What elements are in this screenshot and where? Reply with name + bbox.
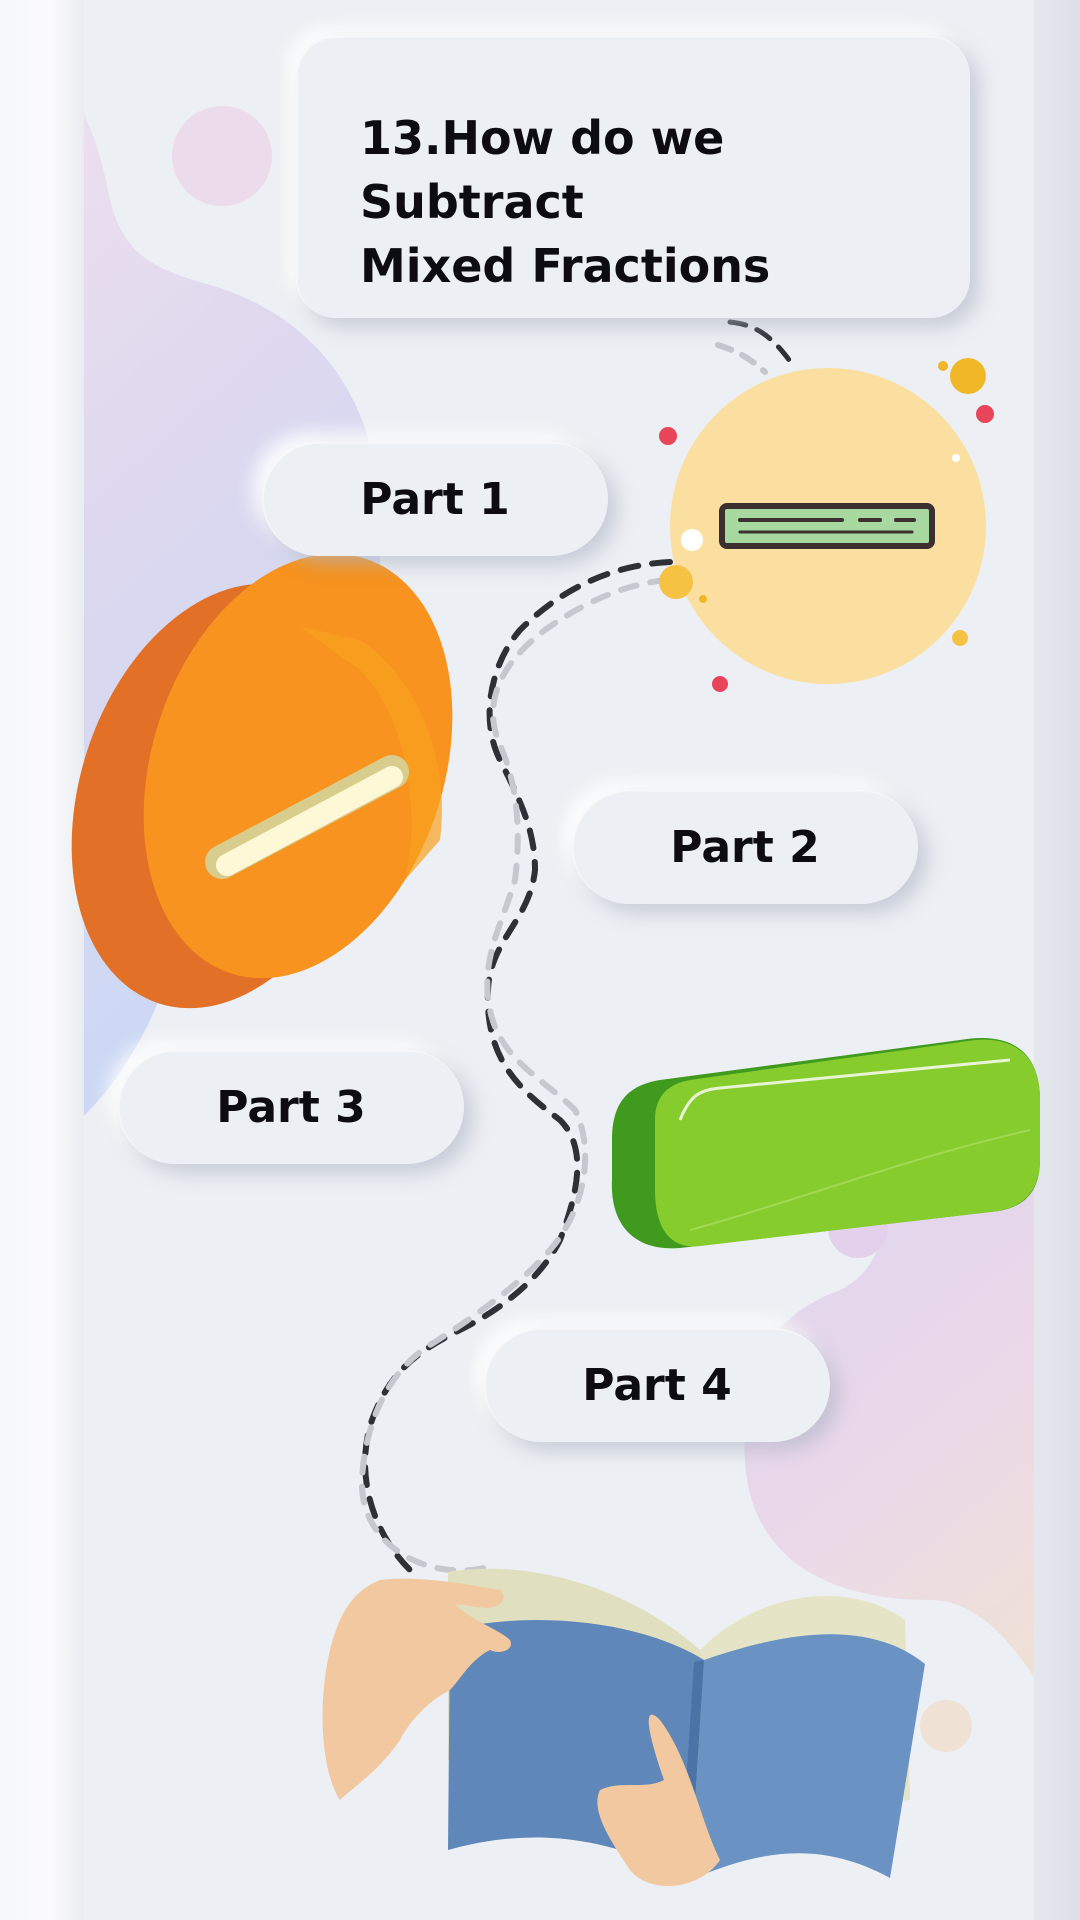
part-2-button[interactable]: Part 2 <box>572 790 918 904</box>
open-book-illustration <box>322 1568 925 1887</box>
part-3-button[interactable]: Part 3 <box>118 1050 464 1164</box>
part-1-label: Part 1 <box>360 473 510 525</box>
part-4-button[interactable]: Part 4 <box>484 1328 830 1442</box>
part-2-label: Part 2 <box>670 821 820 873</box>
part-4-label: Part 4 <box>582 1359 732 1411</box>
part-1-button[interactable]: Part 1 <box>262 442 608 556</box>
part-3-label: Part 3 <box>216 1081 366 1133</box>
